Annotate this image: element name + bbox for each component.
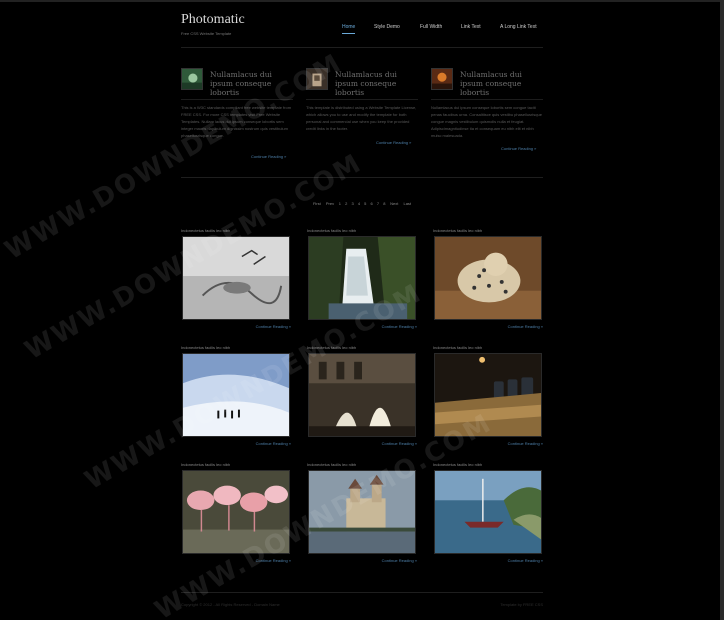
footer-divider bbox=[181, 592, 543, 593]
nav-item-full-width[interactable]: Full Width bbox=[420, 24, 442, 30]
continue-reading-link[interactable]: Continue Reading » bbox=[256, 324, 291, 329]
gallery-card-title[interactable]: Indonectetus facilis leo nibh bbox=[433, 228, 482, 233]
gallery-card: Indonectetus facilis leo nibh Continue R… bbox=[307, 462, 417, 570]
continue-reading-link[interactable]: Continue Reading » bbox=[501, 146, 536, 151]
continue-reading-link[interactable]: Continue Reading » bbox=[382, 558, 417, 563]
waterfall-icon[interactable] bbox=[308, 236, 416, 320]
pager-page-7[interactable]: 7 bbox=[377, 201, 379, 206]
pager-page-1[interactable]: 1 bbox=[339, 201, 341, 206]
gallery-card: Indonectetus facilis leo nibh Continue R… bbox=[181, 345, 291, 453]
continue-reading-link[interactable]: Continue Reading » bbox=[508, 441, 543, 446]
page-wrapper: Photomatic Free CSS Website Template Hom… bbox=[181, 0, 543, 620]
pager-page-8[interactable]: 8 bbox=[383, 201, 385, 206]
birds-water-icon[interactable] bbox=[182, 236, 290, 320]
sailboat-coast-icon[interactable] bbox=[434, 470, 542, 554]
gallery-card: Indonectetus facilis leo nibh Continue R… bbox=[433, 345, 543, 453]
nav-item-long-link-text[interactable]: A Long Link Text bbox=[500, 24, 537, 30]
boardroom-icon[interactable] bbox=[434, 353, 542, 437]
feature-thumbnail[interactable] bbox=[306, 68, 328, 90]
feature-body: Nullamlacus dui ipsum conseque lobortis … bbox=[431, 105, 542, 138]
gallery-card-title[interactable]: Indonectetus facilis leo nibh bbox=[181, 462, 230, 467]
feature-body: This template is distributed using a Web… bbox=[306, 105, 417, 131]
gallery-card-title[interactable]: Indonectetus facilis leo nibh bbox=[433, 462, 482, 467]
features-divider bbox=[181, 177, 543, 178]
feature-thumbnail[interactable] bbox=[431, 68, 453, 90]
site-tagline: Free CSS Website Template bbox=[181, 31, 232, 36]
feature-divider bbox=[431, 99, 543, 100]
gallery-card-title[interactable]: Indonectetus facilis leo nibh bbox=[307, 228, 356, 233]
pager-prev[interactable]: Prev bbox=[326, 201, 334, 206]
feature-title[interactable]: Nullamlacus dui ipsum conseque lobortis bbox=[335, 70, 421, 97]
feature-title[interactable]: Nullamlacus dui ipsum conseque lobortis bbox=[210, 70, 296, 97]
continue-reading-link[interactable]: Continue Reading » bbox=[251, 154, 286, 159]
pager-last[interactable]: Last bbox=[403, 201, 411, 206]
gallery-card-title[interactable]: Indonectetus facilis leo nibh bbox=[307, 462, 356, 467]
nav-item-style-demo[interactable]: Style Demo bbox=[374, 24, 400, 30]
pager-first[interactable]: First bbox=[313, 201, 321, 206]
window-right-edge bbox=[720, 0, 724, 620]
feature-divider bbox=[306, 99, 418, 100]
fountain-icon[interactable] bbox=[308, 353, 416, 437]
gallery-card: Indonectetus facilis leo nibh Continue R… bbox=[307, 228, 417, 336]
gallery-card-title[interactable]: Indonectetus facilis leo nibh bbox=[433, 345, 482, 350]
pager-page-4[interactable]: 4 bbox=[358, 201, 360, 206]
castle-lake-icon[interactable] bbox=[308, 470, 416, 554]
site-title[interactable]: Photomatic bbox=[181, 12, 245, 28]
continue-reading-link[interactable]: Continue Reading » bbox=[508, 558, 543, 563]
pager-page-3[interactable]: 3 bbox=[351, 201, 353, 206]
continue-reading-link[interactable]: Continue Reading » bbox=[256, 441, 291, 446]
pager-page-2[interactable]: 2 bbox=[345, 201, 347, 206]
feature-thumbnail[interactable] bbox=[181, 68, 203, 90]
nav-item-home[interactable]: Home bbox=[342, 24, 356, 34]
pager-next[interactable]: Next bbox=[390, 201, 398, 206]
leopard-icon[interactable] bbox=[434, 236, 542, 320]
gallery-card-title[interactable]: Indonectetus facilis leo nibh bbox=[181, 345, 230, 350]
gallery-card-title[interactable]: Indonectetus facilis leo nibh bbox=[181, 228, 230, 233]
gallery-card: Indonectetus facilis leo nibh Continue R… bbox=[307, 345, 417, 453]
continue-reading-link[interactable]: Continue Reading » bbox=[256, 558, 291, 563]
nav-item-link-text[interactable]: Link Text bbox=[461, 24, 481, 30]
pagination: First Prev 1 2 3 4 5 6 7 8 Next Last bbox=[181, 201, 543, 209]
gallery-card: Indonectetus facilis leo nibh Continue R… bbox=[433, 228, 543, 336]
flamingos-icon[interactable] bbox=[182, 470, 290, 554]
continue-reading-link[interactable]: Continue Reading » bbox=[382, 441, 417, 446]
feature-body: This is a W3C standards compliant free w… bbox=[181, 105, 292, 138]
pager-page-6[interactable]: 6 bbox=[371, 201, 373, 206]
gallery-card: Indonectetus facilis leo nibh Continue R… bbox=[181, 228, 291, 336]
continue-reading-link[interactable]: Continue Reading » bbox=[376, 140, 411, 145]
footer-copyright: Copyright © 2012 - All Rights Reserved -… bbox=[181, 602, 280, 607]
footer-credit[interactable]: Template by FREE CSS bbox=[500, 602, 543, 607]
pager-page-5[interactable]: 5 bbox=[364, 201, 366, 206]
feature-divider bbox=[181, 99, 293, 100]
continue-reading-link[interactable]: Continue Reading » bbox=[508, 324, 543, 329]
gallery-card: Indonectetus facilis leo nibh Continue R… bbox=[181, 462, 291, 570]
continue-reading-link[interactable]: Continue Reading » bbox=[382, 324, 417, 329]
gallery-card: Indonectetus facilis leo nibh Continue R… bbox=[433, 462, 543, 570]
main-nav: Home Style Demo Full Width Link Text A L… bbox=[342, 24, 543, 34]
gallery-card-title[interactable]: Indonectetus facilis leo nibh bbox=[307, 345, 356, 350]
snow-hikers-icon[interactable] bbox=[182, 353, 290, 437]
feature-title[interactable]: Nullamlacus dui ipsum conseque lobortis bbox=[460, 70, 546, 97]
header-divider bbox=[181, 47, 543, 48]
